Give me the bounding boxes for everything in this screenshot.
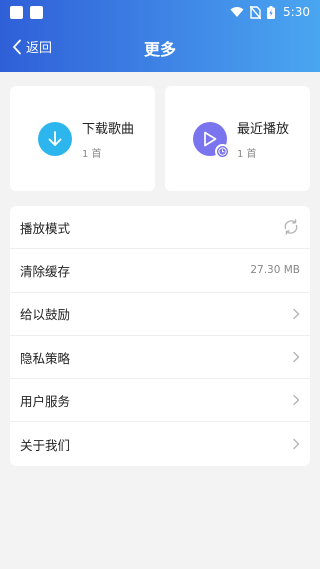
- play-mode-row[interactable]: 播放模式: [10, 206, 310, 250]
- download-songs-card[interactable]: 下载歌曲 1 首: [10, 86, 155, 191]
- card-title: 下载歌曲: [82, 121, 135, 137]
- wifi-icon: [230, 7, 244, 17]
- row-label: 隐私策略: [20, 350, 71, 366]
- page-title: 更多: [143, 40, 176, 59]
- card-title: 最近播放: [237, 121, 290, 137]
- status-time: 5:30: [283, 5, 310, 19]
- settings-list: 播放模式 清除缓存 27.30 MB 给以鼓励 隐私策略 用户服务 关于我们: [10, 206, 310, 466]
- quick-cards: 下载歌曲 1 首 最近播放 1 首: [10, 86, 310, 191]
- row-label: 关于我们: [20, 437, 71, 453]
- loop-mode-icon: [284, 219, 298, 235]
- header-bar: 5:30 返回 更多: [0, 0, 320, 72]
- notification-icon: [10, 5, 23, 19]
- chevron-right-icon: [293, 438, 300, 450]
- cache-size: 27.30 MB: [250, 264, 300, 277]
- chevron-right-icon: [293, 395, 300, 406]
- row-label: 给以鼓励: [20, 307, 71, 323]
- notification-icon: [30, 5, 43, 19]
- row-label: 清除缓存: [20, 263, 71, 279]
- nav-bar: 返回 更多: [0, 24, 320, 70]
- play-history-icon: [193, 121, 230, 159]
- battery-charging-icon: [267, 5, 276, 19]
- privacy-policy-row[interactable]: 隐私策略: [10, 336, 310, 380]
- clear-cache-row[interactable]: 清除缓存 27.30 MB: [10, 249, 310, 293]
- status-icons: 5:30: [230, 5, 310, 19]
- download-arrow-icon: [38, 121, 72, 156]
- clock-icon: [215, 143, 230, 159]
- chevron-right-icon: [293, 308, 300, 319]
- row-label: 用户服务: [20, 393, 71, 409]
- card-count: 1 首: [237, 148, 257, 160]
- no-sim-icon: [250, 5, 262, 19]
- encourage-row[interactable]: 给以鼓励: [10, 293, 310, 336]
- about-us-row[interactable]: 关于我们: [10, 422, 310, 465]
- recent-play-card[interactable]: 最近播放 1 首: [165, 86, 310, 191]
- chevron-right-icon: [293, 351, 300, 363]
- row-label: 播放模式: [20, 220, 71, 236]
- user-service-row[interactable]: 用户服务: [10, 379, 310, 423]
- status-bar: 5:30: [0, 0, 320, 24]
- card-count: 1 首: [82, 148, 102, 160]
